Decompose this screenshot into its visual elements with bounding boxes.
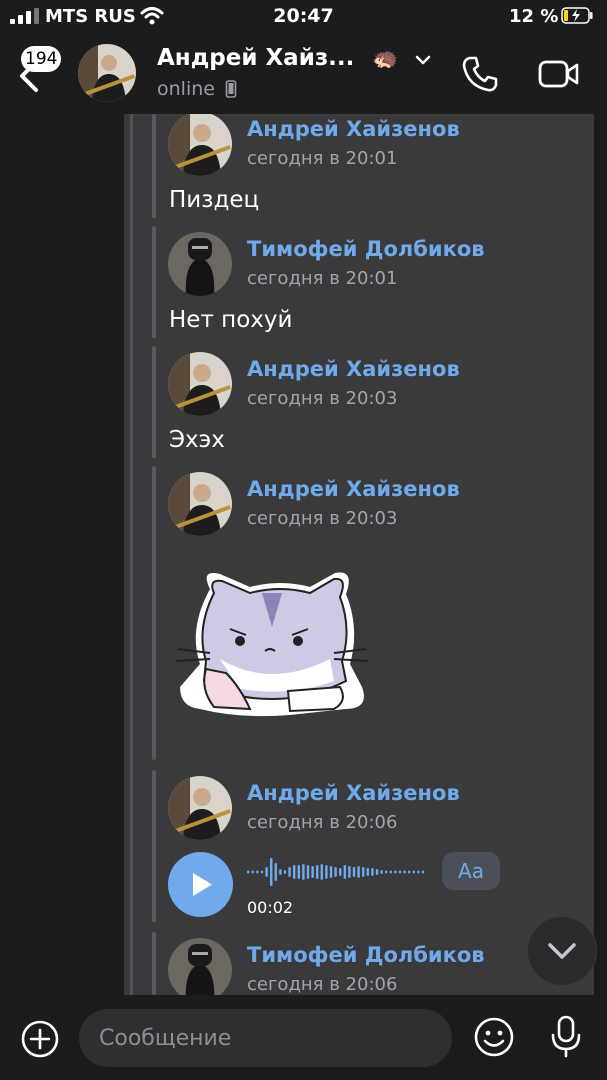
battery-percent: 12 % <box>509 6 559 27</box>
waveform-bar <box>247 870 250 874</box>
waveform-bar <box>394 870 397 874</box>
message-time: сегодня в 20:01 <box>247 148 398 169</box>
play-button[interactable] <box>168 852 233 917</box>
sender-name[interactable]: Тимофей Долбиков <box>247 943 485 967</box>
mobile-icon <box>225 80 237 98</box>
plus-icon[interactable] <box>20 1019 60 1059</box>
waveform-bar <box>302 864 305 880</box>
forward-bar <box>130 114 133 995</box>
waveform-bar <box>279 869 282 875</box>
sad-cat-sticker[interactable] <box>170 569 376 725</box>
message-quote-line <box>152 114 156 218</box>
smile-icon[interactable] <box>473 1016 515 1058</box>
avatar[interactable] <box>168 352 232 416</box>
waveform-bar <box>421 870 425 874</box>
waveform-bar <box>329 866 333 878</box>
sender-name[interactable]: Андрей Хайзенов <box>247 357 460 381</box>
status-bar: MTS RUS 20:47 12 % <box>0 0 607 34</box>
waveform-bar <box>270 858 273 886</box>
waveform-bar <box>256 870 259 874</box>
waveform-bar <box>357 866 360 878</box>
waveform-bar <box>288 867 291 877</box>
play-icon <box>193 873 212 896</box>
waveform-bar <box>251 870 254 874</box>
mic-icon[interactable] <box>549 1015 583 1059</box>
chat-header: 194 Андрей Хайз... 🦔 online <box>0 34 607 114</box>
waveform-bar <box>334 867 337 877</box>
sender-name[interactable]: Андрей Хайзенов <box>247 781 460 805</box>
message-time: сегодня в 20:03 <box>247 388 398 409</box>
waveform-bar <box>339 868 342 876</box>
message-time: сегодня в 20:01 <box>247 268 398 289</box>
message-time: сегодня в 20:03 <box>247 508 398 529</box>
video-icon[interactable] <box>538 60 580 88</box>
waveform-bar <box>362 867 365 877</box>
waveform-bar <box>260 870 264 874</box>
chat-title[interactable]: Андрей Хайз... <box>157 45 354 71</box>
waveform-bar <box>408 870 411 874</box>
message-text: Эхэх <box>169 427 225 453</box>
message-quote-line <box>152 346 156 458</box>
sender-name[interactable]: Андрей Хайзенов <box>247 477 460 501</box>
message-text: Пиздец <box>169 187 260 213</box>
voice-duration: 00:02 <box>247 898 294 917</box>
avatar[interactable] <box>168 232 232 296</box>
message-quote-line <box>152 226 156 338</box>
hedgehog-emoji: 🦔 <box>372 46 399 70</box>
waveform-bar <box>385 870 388 874</box>
chevron-down-icon[interactable] <box>414 54 432 66</box>
waveform-bar <box>352 867 356 877</box>
waveform-bar <box>274 863 277 881</box>
waveform-bar <box>375 869 379 875</box>
avatar[interactable] <box>168 114 232 176</box>
avatar[interactable] <box>78 44 136 102</box>
waveform-bar <box>380 870 383 874</box>
sender-name[interactable]: Андрей Хайзенов <box>247 117 460 141</box>
waveform-bar <box>348 866 351 878</box>
waveform-bar <box>389 870 392 874</box>
message-quote-line <box>152 932 156 995</box>
online-status: online <box>157 78 237 100</box>
message-text: Нет похуй <box>169 307 293 333</box>
waveform-bar <box>417 870 420 874</box>
message-time: сегодня в 20:06 <box>247 812 398 833</box>
voice-waveform[interactable] <box>245 852 435 892</box>
waveform-bar <box>306 865 310 879</box>
waveform-bar <box>343 865 346 879</box>
waveform-bar <box>366 868 369 876</box>
scroll-down-icon <box>548 943 576 959</box>
waveform-bar <box>412 870 415 874</box>
composer-bar <box>0 995 607 1080</box>
message-input[interactable] <box>79 1009 452 1067</box>
message-quote-line <box>152 770 156 922</box>
waveform-bar <box>371 868 374 876</box>
waveform-bar <box>283 870 287 874</box>
waveform-bar <box>320 864 323 880</box>
waveform-bar <box>297 865 300 879</box>
unread-badge[interactable]: 194 <box>21 46 62 72</box>
avatar[interactable] <box>168 776 232 840</box>
phone-icon[interactable] <box>460 54 500 94</box>
waveform-bar <box>398 870 402 874</box>
waveform-bar <box>265 867 268 877</box>
scroll-down-button[interactable] <box>527 916 597 986</box>
waveform-bar <box>311 866 314 878</box>
waveform-bar <box>293 865 296 879</box>
avatar[interactable] <box>168 938 232 995</box>
avatar[interactable] <box>168 472 232 536</box>
waveform-bar <box>403 870 406 874</box>
waveform-bar <box>325 865 328 879</box>
battery-icon <box>561 7 593 24</box>
sender-name[interactable]: Тимофей Долбиков <box>247 237 485 261</box>
transcribe-button[interactable]: Aa <box>442 852 500 890</box>
message-time: сегодня в 20:06 <box>247 974 398 995</box>
message-quote-line <box>152 466 156 760</box>
waveform-bar <box>316 865 319 879</box>
forwarded-messages[interactable]: Андрей Хайзенов сегодня в 20:01 Пиздец Т… <box>124 114 594 995</box>
